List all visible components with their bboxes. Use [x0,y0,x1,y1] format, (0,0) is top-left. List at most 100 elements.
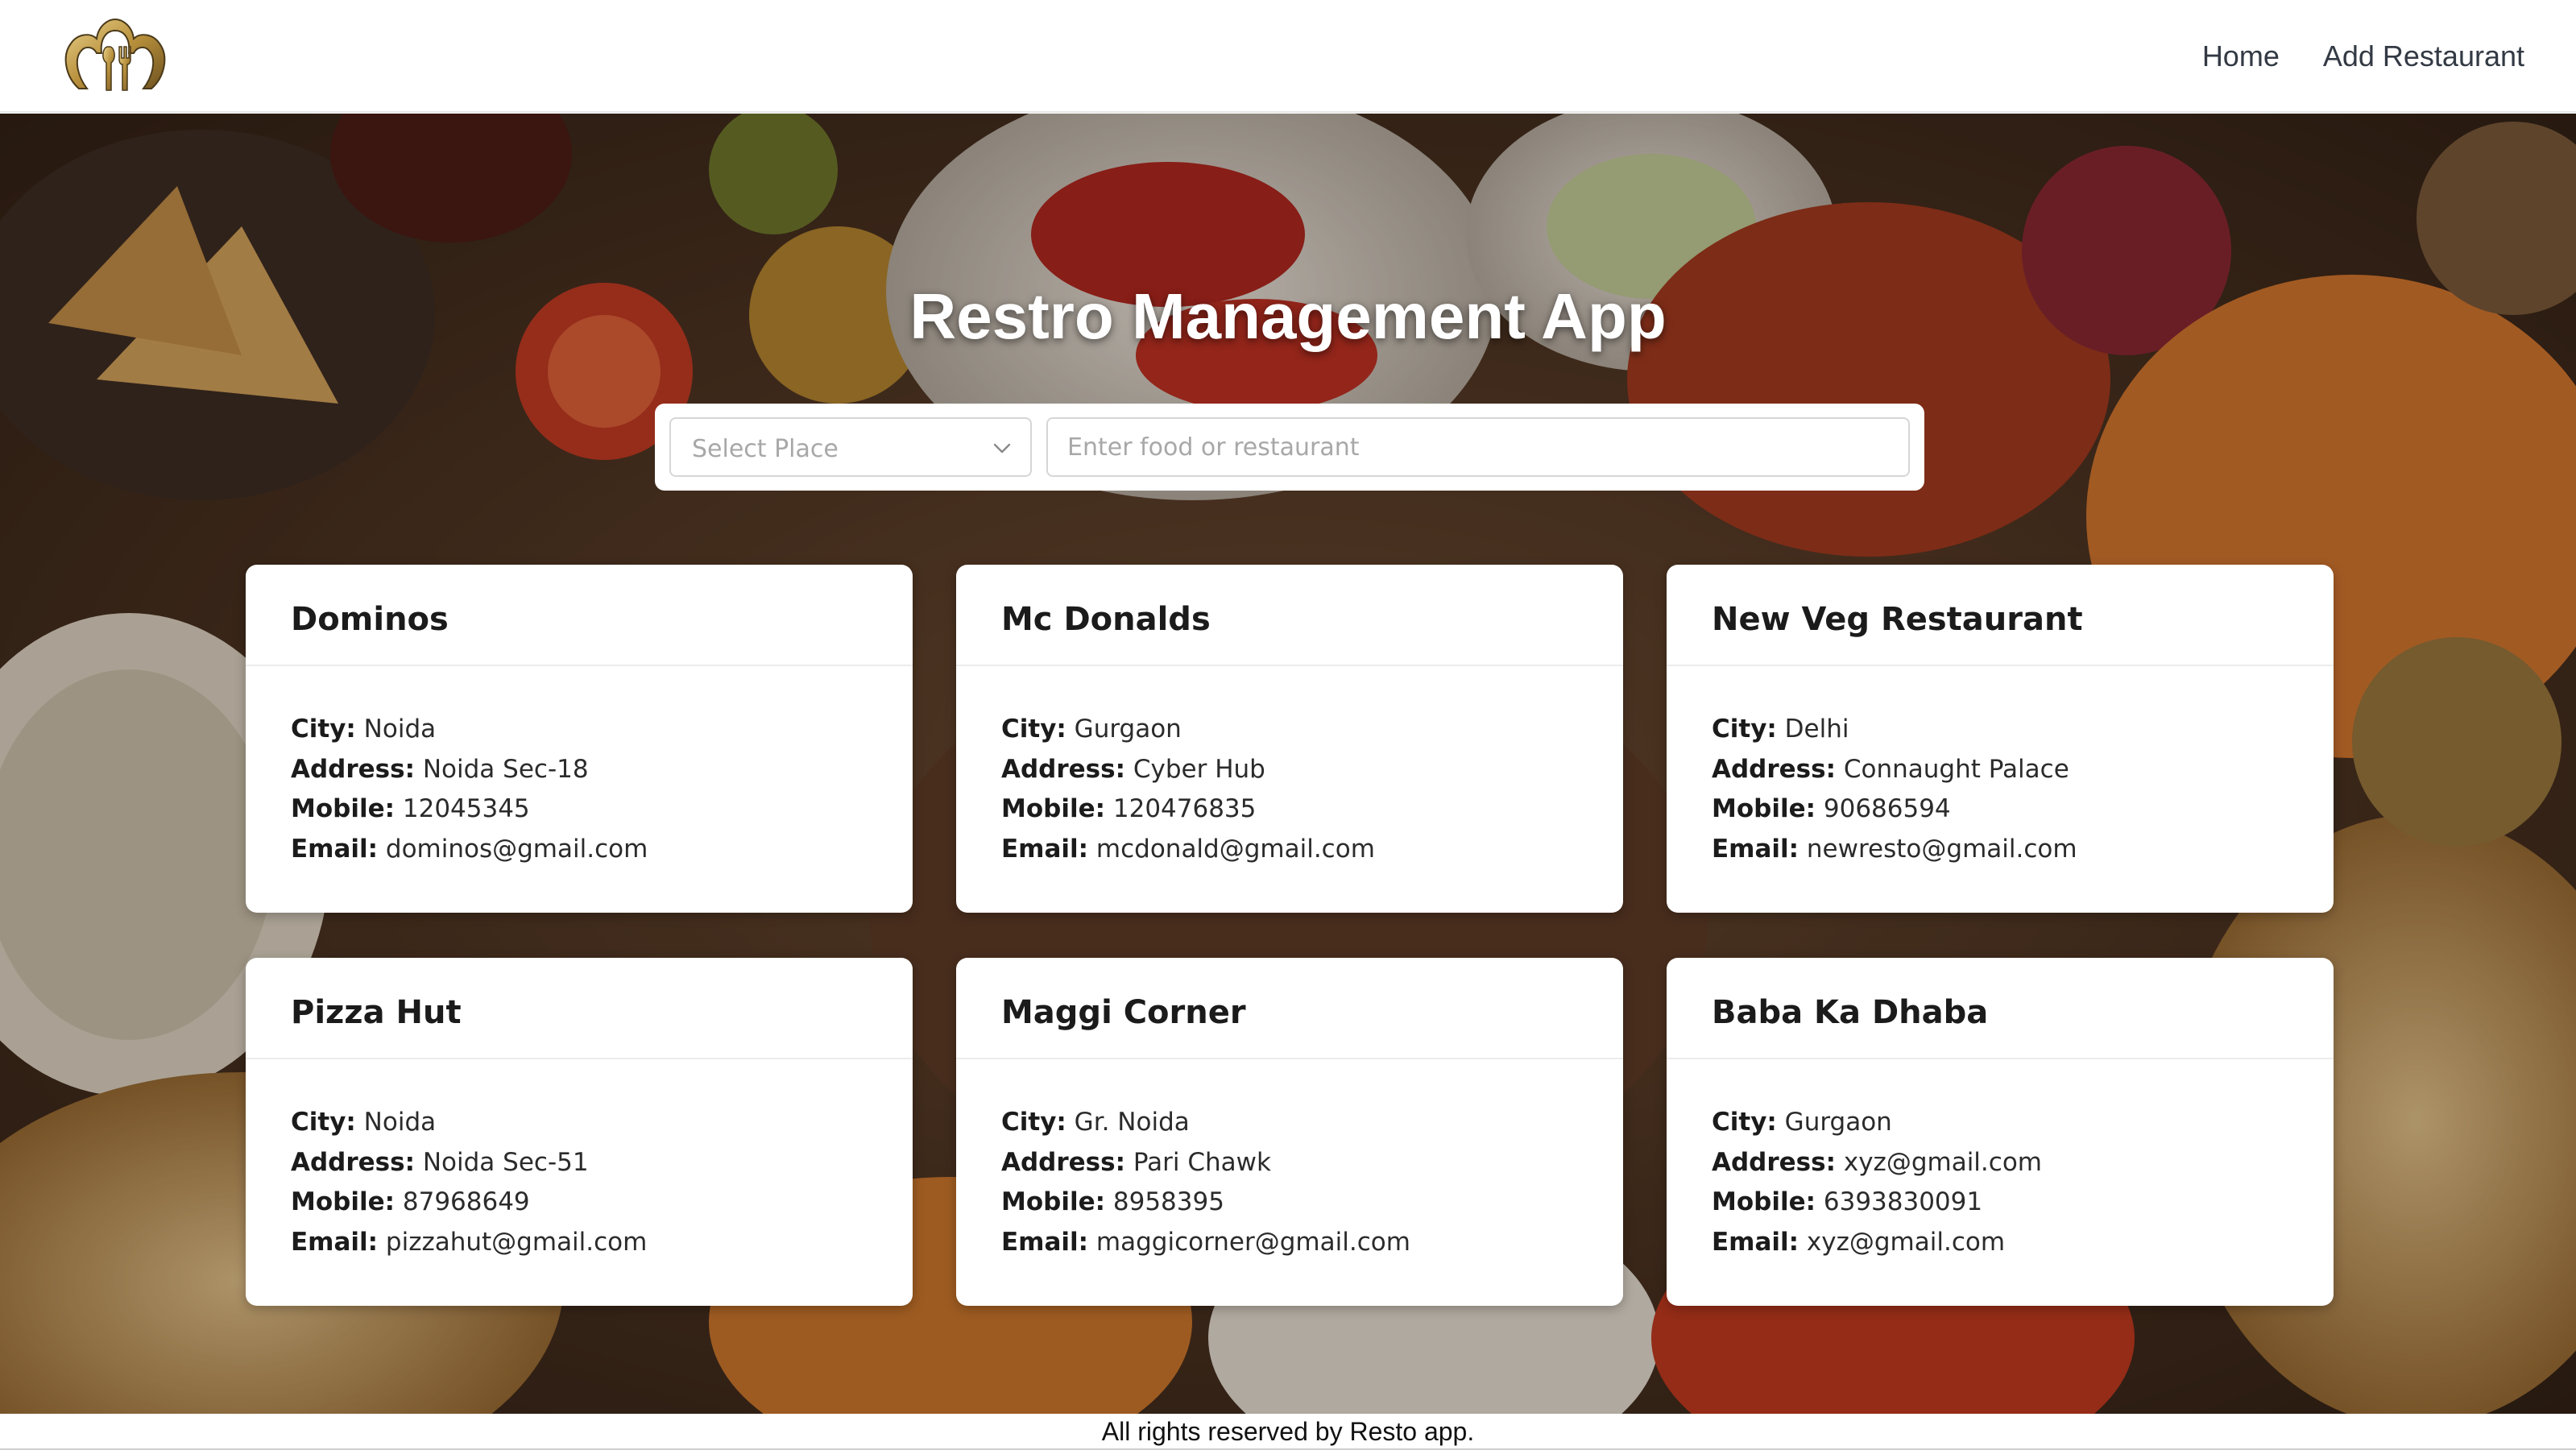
email-label: Email: [1001,834,1089,864]
mobile-value: 8958395 [1112,1187,1224,1216]
address-label: Address: [1001,1147,1125,1177]
mobile-label: Mobile: [1001,794,1106,823]
card-body: City: Gr. Noida Address: Pari Chawk Mobi… [956,1059,1623,1262]
food-restaurant-search-input[interactable] [1046,417,1910,477]
restaurant-card[interactable]: Pizza Hut City: Noida Address: Noida Sec… [246,958,913,1306]
restaurant-name: Dominos [291,601,449,638]
footer-copyright-text: All rights reserved by Resto app. [1101,1417,1475,1446]
email-value: dominos@gmail.com [385,834,648,864]
card-header: New Veg Restaurant [1667,565,2334,666]
card-body: City: Gurgaon Address: xyz@gmail.com Mob… [1667,1059,2334,1262]
mobile-label: Mobile: [291,794,396,823]
city-value: Gurgaon [1784,1108,1892,1137]
city-value: Noida [363,1108,437,1137]
email-label: Email: [1712,834,1799,864]
nav-add-restaurant-link[interactable]: Add Restaurant [2323,39,2524,73]
address-label: Address: [291,1147,415,1177]
page-title: Restro Management App [909,280,1667,352]
address-label: Address: [1001,754,1125,784]
address-value: Pari Chawk [1133,1147,1271,1177]
mobile-label: Mobile: [1712,1187,1816,1216]
restaurant-card[interactable]: Baba Ka Dhaba City: Gurgaon Address: xyz… [1667,958,2334,1306]
mobile-label: Mobile: [291,1187,396,1216]
email-row: Email: pizzahut@gmail.com [291,1223,913,1263]
email-label: Email: [1712,1227,1799,1257]
restaurant-card[interactable]: Mc Donalds City: Gurgaon Address: Cyber … [956,565,1623,913]
card-header: Baba Ka Dhaba [1667,958,2334,1059]
main-nav: Home Add Restaurant [2202,0,2524,113]
restaurant-name: Baba Ka Dhaba [1712,994,1989,1031]
city-label: City: [1001,715,1066,744]
restaurant-name: New Veg Restaurant [1712,601,2083,638]
top-navbar: Home Add Restaurant [0,0,2576,113]
address-label: Address: [1712,754,1836,784]
address-row: Address: Cyber Hub [1001,750,1623,790]
restaurant-card[interactable]: Dominos City: Noida Address: Noida Sec-1… [246,565,913,913]
city-row: City: Gurgaon [1712,1103,2334,1143]
email-value: mcdonald@gmail.com [1095,834,1375,864]
mobile-value: 120476835 [1112,794,1257,823]
place-select[interactable]: Select Place [669,417,1032,477]
city-label: City: [1712,1108,1777,1137]
card-header: Maggi Corner [956,958,1623,1059]
hero-section: Restro Management App Select Place Domin… [0,114,2576,1414]
city-label: City: [1001,1108,1066,1137]
mobile-label: Mobile: [1001,1187,1106,1216]
email-row: Email: maggicorner@gmail.com [1001,1223,1623,1263]
address-row: Address: Pari Chawk [1001,1143,1623,1183]
city-row: City: Noida [291,710,913,750]
restaurant-name: Maggi Corner [1001,994,1246,1031]
address-row: Address: xyz@gmail.com [1712,1143,2334,1183]
email-value: newresto@gmail.com [1806,834,2077,864]
restaurant-name: Pizza Hut [291,994,462,1031]
address-row: Address: Connaught Palace [1712,750,2334,790]
card-body: City: Delhi Address: Connaught Palace Mo… [1667,666,2334,869]
email-value: xyz@gmail.com [1806,1227,2006,1257]
email-label: Email: [291,1227,379,1257]
restaurant-name: Mc Donalds [1001,601,1211,638]
address-label: Address: [1712,1147,1836,1177]
mobile-value: 90686594 [1823,794,1951,823]
email-label: Email: [1001,1227,1089,1257]
restaurant-card[interactable]: Maggi Corner City: Gr. Noida Address: Pa… [956,958,1623,1306]
card-body: City: Noida Address: Noida Sec-51 Mobile… [246,1059,913,1262]
email-row: Email: newresto@gmail.com [1712,830,2334,870]
mobile-row: Mobile: 90686594 [1712,789,2334,830]
email-row: Email: dominos@gmail.com [291,830,913,870]
search-bar: Select Place [655,404,1924,491]
address-row: Address: Noida Sec-51 [291,1143,913,1183]
mobile-row: Mobile: 6393830091 [1712,1183,2334,1223]
email-row: Email: mcdonald@gmail.com [1001,830,1623,870]
chevron-down-icon [993,443,1011,454]
footer: All rights reserved by Resto app. [0,1414,2576,1450]
city-value: Gurgaon [1074,715,1182,744]
mobile-label: Mobile: [1712,794,1816,823]
city-row: City: Gurgaon [1001,710,1623,750]
nav-home-link[interactable]: Home [2202,39,2280,73]
email-value: maggicorner@gmail.com [1095,1227,1410,1257]
card-header: Dominos [246,565,913,666]
address-row: Address: Noida Sec-18 [291,750,913,790]
card-header: Pizza Hut [246,958,913,1059]
email-row: Email: xyz@gmail.com [1712,1223,2334,1263]
city-value: Delhi [1784,715,1849,744]
address-value: Connaught Palace [1843,754,2069,784]
mobile-row: Mobile: 12045345 [291,789,913,830]
mobile-row: Mobile: 8958395 [1001,1183,1623,1223]
mobile-row: Mobile: 87968649 [291,1183,913,1223]
city-row: City: Noida [291,1103,913,1143]
city-label: City: [1712,715,1777,744]
city-row: City: Gr. Noida [1001,1103,1623,1143]
city-row: City: Delhi [1712,710,2334,750]
mobile-row: Mobile: 120476835 [1001,789,1623,830]
mobile-value: 87968649 [402,1187,530,1216]
card-body: City: Noida Address: Noida Sec-18 Mobile… [246,666,913,869]
address-value: Noida Sec-51 [422,1147,589,1177]
city-value: Noida [363,715,437,744]
mobile-value: 6393830091 [1823,1187,1983,1216]
chef-hat-logo-icon[interactable] [60,14,171,98]
city-value: Gr. Noida [1074,1108,1190,1137]
restaurant-card[interactable]: New Veg Restaurant City: Delhi Address: … [1667,565,2334,913]
city-label: City: [291,1108,356,1137]
address-value: xyz@gmail.com [1843,1147,2042,1177]
